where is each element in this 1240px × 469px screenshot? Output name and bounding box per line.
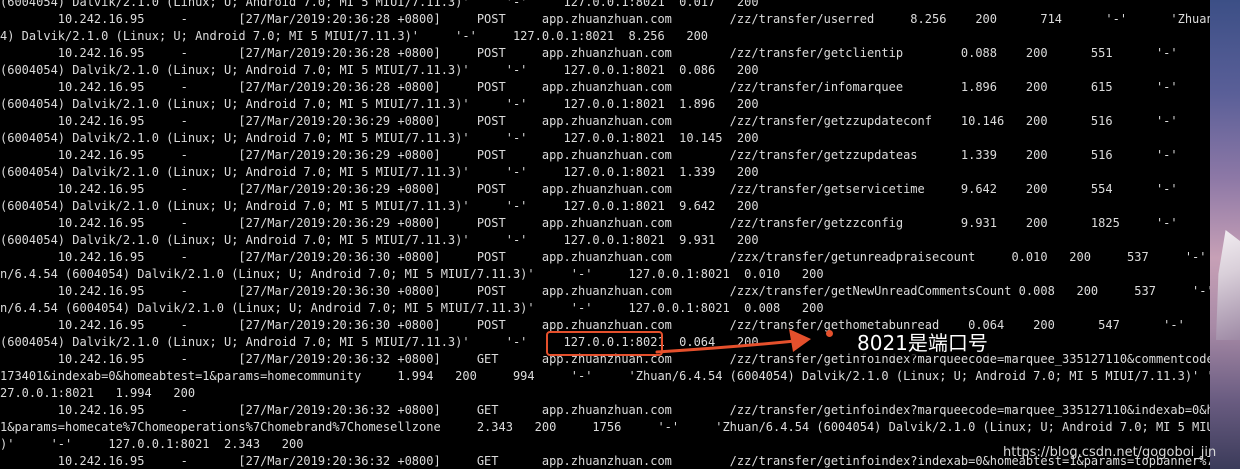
log-line: 10.242.16.95 - [27/Mar/2019:20:36:29 +08… bbox=[0, 182, 1210, 196]
log-line: )' '-' 127.0.0.1:8021 2.343 200 bbox=[0, 437, 304, 451]
source-watermark: https://blog.csdn.net/gogoboi_jin bbox=[1003, 445, 1217, 460]
log-line: 10.242.16.95 - [27/Mar/2019:20:36:30 +08… bbox=[0, 284, 1210, 298]
annotation-dot bbox=[826, 330, 833, 337]
log-line: (6004054) Dalvik/2.1.0 (Linux; U; Androi… bbox=[0, 199, 759, 213]
log-line: 10.242.16.95 - [27/Mar/2019:20:36:29 +08… bbox=[0, 216, 1210, 230]
log-line: (6004054) Dalvik/2.1.0 (Linux; U; Androi… bbox=[0, 0, 759, 9]
terminal-window[interactable]: (6004054) Dalvik/2.1.0 (Linux; U; Androi… bbox=[0, 0, 1210, 469]
desktop-wallpaper-strip bbox=[1210, 0, 1240, 469]
annotation-arrow-icon bbox=[655, 329, 811, 354]
mountain-illustration bbox=[1216, 230, 1240, 340]
log-line: n/6.4.54 (6004054) Dalvik/2.1.0 (Linux; … bbox=[0, 267, 824, 281]
log-line: 1&params=homecate%7Chomeoperations%7Chom… bbox=[0, 420, 1210, 434]
log-line: 27.0.0.1:8021 1.994 200 bbox=[0, 386, 196, 400]
log-line: 10.242.16.95 - [27/Mar/2019:20:36:28 +08… bbox=[0, 46, 1210, 60]
port-annotation-label: 8021是端口号 bbox=[855, 330, 990, 356]
log-line: 10.242.16.95 - [27/Mar/2019:20:36:32 +08… bbox=[0, 403, 1210, 417]
log-line: 173401&indexab=0&homeabtest=1&params=hom… bbox=[0, 369, 1210, 383]
log-line: (6004054) Dalvik/2.1.0 (Linux; U; Androi… bbox=[0, 165, 759, 179]
log-line: (6004054) Dalvik/2.1.0 (Linux; U; Androi… bbox=[0, 131, 759, 145]
log-line: (6004054) Dalvik/2.1.0 (Linux; U; Androi… bbox=[0, 63, 759, 77]
log-line: 4) Dalvik/2.1.0 (Linux; U; Android 7.0; … bbox=[0, 29, 709, 43]
log-line: 10.242.16.95 - [27/Mar/2019:20:36:29 +08… bbox=[0, 114, 1210, 128]
log-line: (6004054) Dalvik/2.1.0 (Linux; U; Androi… bbox=[0, 97, 759, 111]
log-line: 10.242.16.95 - [27/Mar/2019:20:36:29 +08… bbox=[0, 148, 1210, 162]
port-highlight-box bbox=[546, 331, 663, 356]
log-line: (6004054) Dalvik/2.1.0 (Linux; U; Androi… bbox=[0, 233, 759, 247]
log-line: 10.242.16.95 - [27/Mar/2019:20:36:28 +08… bbox=[0, 80, 1210, 94]
log-line: n/6.4.54 (6004054) Dalvik/2.1.0 (Linux; … bbox=[0, 301, 824, 315]
log-line: 10.242.16.95 - [27/Mar/2019:20:36:30 +08… bbox=[0, 250, 1210, 264]
log-line: 10.242.16.95 - [27/Mar/2019:20:36:28 +08… bbox=[0, 12, 1210, 26]
